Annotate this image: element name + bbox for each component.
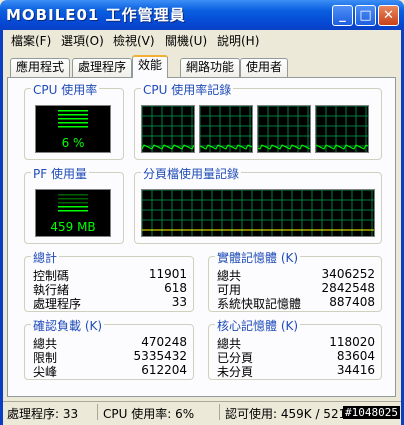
status-commit: 認可使用: 459K / 5210K	[225, 407, 362, 421]
cpu-history-group: CPU 使用率記錄	[134, 81, 382, 160]
totals-row: 執行緒 618	[33, 281, 187, 297]
commit-charge-group: 確認負載 (K) 總共 470248 限制 5335432 尖峰 612204	[24, 317, 194, 380]
tab-performance[interactable]: 效能	[132, 55, 169, 78]
physical-memory-label: 系統快取記憶體	[217, 297, 302, 311]
totals-value: 11901	[148, 267, 187, 281]
commit-charge-title: 確認負載 (K)	[31, 317, 105, 334]
tab-networking[interactable]: 網路功能	[180, 58, 241, 77]
menu-help[interactable]: 說明(H)	[217, 32, 259, 49]
pf-history-group: 分頁檔使用量記錄	[134, 165, 382, 244]
status-processes: 處理程序: 33	[7, 407, 79, 421]
pf-usage-title: PF 使用量	[31, 165, 89, 182]
status-cpu: CPU 使用率: 6%	[103, 407, 195, 421]
physical-memory-value: 2842548	[321, 281, 375, 295]
physical-memory-group: 實體記憶體 (K) 總共 3406252 可用 2842548 系統快取記憶體 …	[208, 249, 382, 312]
menu-options[interactable]: 選項(O)	[61, 32, 104, 49]
commit-charge-row: 總共 470248	[33, 335, 187, 351]
cpu-history-title: CPU 使用率記錄	[141, 81, 234, 98]
cpu-usage-meter: 6 %	[35, 105, 111, 153]
kernel-memory-row: 總共 118020	[217, 335, 375, 351]
performance-panel: CPU 使用率 6 % CPU 使用率記錄 PF 使用量 459 MB 分頁檔使…	[7, 77, 396, 397]
kernel-memory-title: 核心記憶體 (K)	[215, 317, 301, 334]
cpu-history-graph-3	[257, 105, 311, 153]
pf-history-title: 分頁檔使用量記錄	[141, 165, 242, 182]
pf-usage-meter: 459 MB	[35, 189, 111, 237]
menu-file[interactable]: 檔案(F)	[11, 32, 51, 49]
kernel-memory-group: 核心記憶體 (K) 總共 118020 已分頁 83604 未分頁 34416	[208, 317, 382, 380]
cpu-usage-value: 6 %	[61, 136, 85, 150]
physical-memory-row: 系統快取記憶體 887408	[217, 295, 375, 311]
totals-value: 33	[171, 295, 187, 309]
commit-charge-label: 尖峰	[33, 365, 58, 379]
totals-group: 總計 控制碼 11901 執行緒 618 處理程序 33	[24, 249, 194, 312]
status-bar: 處理程序: 33 CPU 使用率: 6% 認可使用: 459K / 5210K	[3, 401, 401, 422]
physical-memory-value: 3406252	[321, 267, 375, 281]
commit-charge-row: 限制 5335432	[33, 349, 187, 365]
cpu-history-graph-2	[199, 105, 253, 153]
kernel-memory-value: 118020	[329, 335, 375, 349]
commit-charge-value: 612204	[141, 363, 187, 377]
cpu-usage-title: CPU 使用率	[31, 81, 100, 98]
cpu-history-graph-1	[141, 105, 195, 153]
tab-processes[interactable]: 處理程序	[72, 58, 133, 77]
physical-memory-row: 總共 3406252	[217, 267, 375, 283]
window-frame-left	[0, 30, 3, 425]
kernel-memory-value: 34416	[336, 363, 375, 377]
minimize-button[interactable]: _	[332, 5, 353, 26]
commit-charge-row: 尖峰 612204	[33, 363, 187, 379]
tab-applications[interactable]: 應用程式	[10, 58, 71, 77]
close-button[interactable]: ✕	[378, 5, 399, 26]
totals-row: 處理程序 33	[33, 295, 187, 311]
status-separator	[219, 404, 220, 420]
status-separator	[97, 404, 98, 420]
cpu-history-graph-4	[315, 105, 369, 153]
totals-value: 618	[164, 281, 187, 295]
cpu-usage-group: CPU 使用率 6 %	[24, 81, 124, 160]
kernel-memory-row: 已分頁 83604	[217, 349, 375, 365]
pf-usage-value: 459 MB	[50, 220, 96, 234]
kernel-memory-row: 未分頁 34416	[217, 363, 375, 379]
title-bar: MOBILE01 工作管理員 _ □ ✕	[0, 0, 404, 30]
watermark: #1048025	[343, 406, 400, 419]
commit-charge-value: 470248	[141, 335, 187, 349]
pf-history-graph	[141, 189, 375, 237]
totals-row: 控制碼 11901	[33, 267, 187, 283]
kernel-memory-value: 83604	[336, 349, 375, 363]
commit-charge-value: 5335432	[133, 349, 187, 363]
window-title: MOBILE01 工作管理員	[6, 6, 186, 24]
totals-label: 處理程序	[33, 297, 82, 311]
physical-memory-value: 887408	[329, 295, 375, 309]
menu-bar: 檔案(F) 選項(O) 檢視(V) 關機(U) 說明(H)	[0, 30, 404, 50]
pf-usage-group: PF 使用量 459 MB	[24, 165, 124, 244]
totals-title: 總計	[31, 249, 60, 266]
tab-users[interactable]: 使用者	[240, 58, 289, 77]
kernel-memory-label: 未分頁	[217, 365, 254, 379]
physical-memory-title: 實體記憶體 (K)	[215, 249, 301, 266]
physical-memory-row: 可用 2842548	[217, 281, 375, 297]
maximize-button[interactable]: □	[355, 5, 376, 26]
menu-view[interactable]: 檢視(V)	[113, 32, 155, 49]
menu-shutdown[interactable]: 關機(U)	[165, 32, 207, 49]
